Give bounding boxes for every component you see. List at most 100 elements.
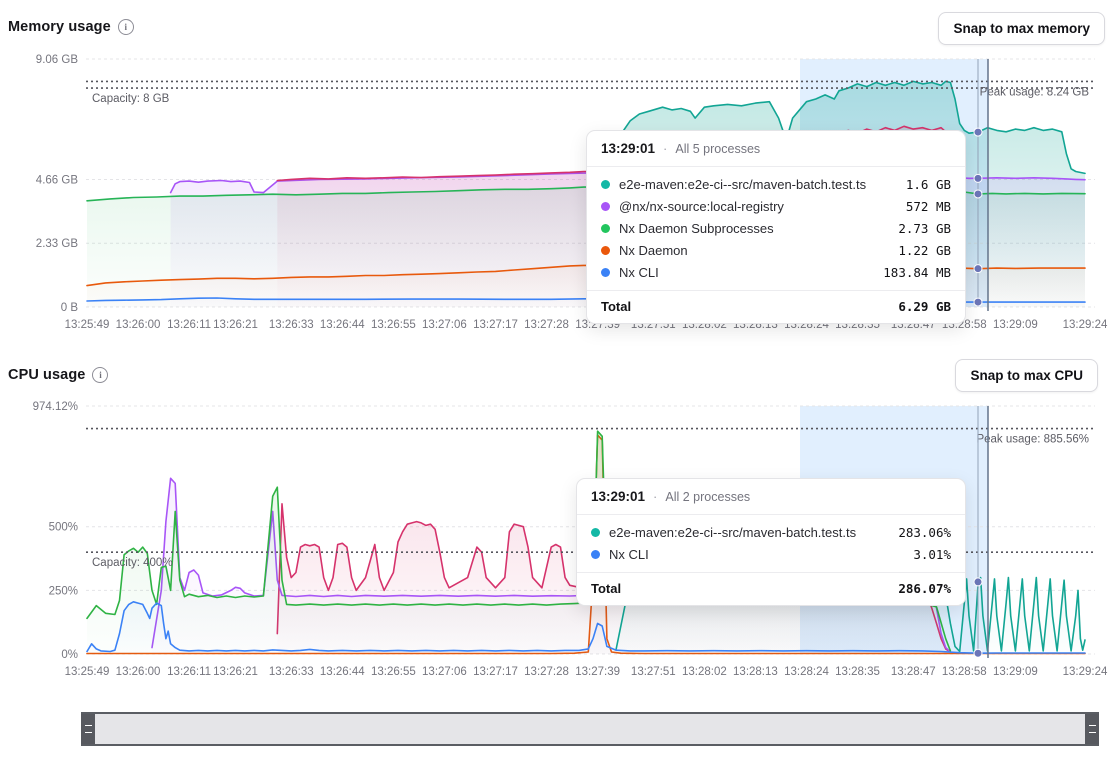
y-axis-tick-label: 250% xyxy=(49,585,78,597)
tooltip-subtitle: All 5 processes xyxy=(675,142,760,156)
x-axis-tick-label: 13:27:39 xyxy=(575,666,620,678)
x-axis-tick-label: 13:27:51 xyxy=(631,666,676,678)
memory-tooltip-rows: e2e-maven:e2e-ci--src/maven-batch.test.t… xyxy=(587,167,965,285)
reference-line-label: Peak usage: 885.56% xyxy=(976,434,1089,446)
y-axis-tick-label: 500% xyxy=(49,522,78,534)
x-axis-tick-label: 13:26:11 xyxy=(167,666,211,678)
total-label: Total xyxy=(591,581,898,596)
x-axis-tick-label: 13:26:33 xyxy=(269,666,314,678)
hover-point-dot xyxy=(974,578,982,586)
tooltip-separator: · xyxy=(663,141,667,156)
series-color-dot-icon xyxy=(601,224,610,233)
x-axis-tick-label: 13:26:21 xyxy=(213,319,258,331)
total-label: Total xyxy=(601,299,898,314)
x-axis-tick-label: 13:27:06 xyxy=(422,319,467,331)
tooltip-process-row: Nx CLI 183.84 MB xyxy=(587,261,965,283)
x-axis-tick-label: 13:26:00 xyxy=(116,666,161,678)
hover-point-dot xyxy=(974,265,982,273)
x-axis-tick-label: 13:27:17 xyxy=(473,319,518,331)
x-axis-tick-label: 13:25:49 xyxy=(65,319,110,331)
x-axis-tick-label: 13:26:21 xyxy=(213,666,258,678)
memory-info-icon[interactable]: i xyxy=(118,19,134,35)
tooltip-process-row: e2e-maven:e2e-ci--src/maven-batch.test.t… xyxy=(577,521,965,543)
cpu-tooltip-rows: e2e-maven:e2e-ci--src/maven-batch.test.t… xyxy=(577,515,965,567)
x-axis-tick-label: 13:27:28 xyxy=(524,319,569,331)
hover-point-dot xyxy=(974,174,982,182)
hover-point-dot xyxy=(974,298,982,306)
tooltip-process-row: Nx CLI3.01% xyxy=(577,543,965,565)
series-color-dot-icon xyxy=(601,268,610,277)
process-name: Nx Daemon xyxy=(619,243,889,258)
x-axis-tick-label: 13:29:09 xyxy=(993,666,1038,678)
x-axis-tick-label: 13:28:47 xyxy=(891,666,936,678)
process-value: 2.73 GB xyxy=(898,221,951,236)
y-axis-tick-label: 0 B xyxy=(61,302,79,314)
memory-section-header: Memory usage i xyxy=(8,19,134,35)
process-name: Nx Daemon Subprocesses xyxy=(619,221,889,236)
x-axis-tick-label: 13:29:09 xyxy=(993,319,1038,331)
cpu-info-icon[interactable]: i xyxy=(92,367,108,383)
scrollbar-left-handle[interactable] xyxy=(81,714,95,744)
process-name: e2e-maven:e2e-ci--src/maven-batch.test.t… xyxy=(619,177,897,192)
tooltip-process-row: Nx Daemon1.22 GB xyxy=(587,239,965,261)
hover-point-dot xyxy=(974,649,982,657)
x-axis-tick-label: 13:27:28 xyxy=(524,666,569,678)
y-axis-tick-label: 974.12% xyxy=(33,401,78,413)
reference-line-label: Capacity: 400% xyxy=(92,557,173,569)
tooltip-process-row: Nx Daemon Subprocesses 2.73 GB xyxy=(587,217,965,239)
hover-point-dot xyxy=(974,190,982,198)
series-color-dot-icon xyxy=(591,528,600,537)
cpu-section-header: CPU usage i xyxy=(8,367,108,383)
snap-to-max-memory-button[interactable]: Snap to max memory xyxy=(938,12,1105,45)
tooltip-time: 13:29:01 xyxy=(601,141,655,156)
y-axis-tick-label: 0% xyxy=(61,649,78,661)
series-color-dot-icon xyxy=(601,246,610,255)
x-axis-tick-label: 13:26:11 xyxy=(167,319,211,331)
total-value: 286.07% xyxy=(898,581,951,596)
series-color-dot-icon xyxy=(601,180,610,189)
y-axis-tick-label: 2.33 GB xyxy=(36,238,79,250)
grip-icon xyxy=(1089,725,1096,733)
x-axis-tick-label: 13:26:55 xyxy=(371,319,416,331)
scrollbar-track[interactable] xyxy=(95,714,1085,744)
tooltip-process-row: e2e-maven:e2e-ci--src/maven-batch.test.t… xyxy=(587,173,965,195)
process-value: 283.06% xyxy=(898,525,951,540)
memory-tooltip-total: Total 6.29 GB xyxy=(587,290,965,323)
x-axis-tick-label: 13:28:13 xyxy=(733,666,778,678)
scrollbar-right-handle[interactable] xyxy=(1085,714,1099,744)
tooltip-process-row: @nx/nx-source:local-registry 572 MB xyxy=(587,195,965,217)
x-axis-tick-label: 13:25:49 xyxy=(65,666,110,678)
snap-to-max-cpu-button[interactable]: Snap to max CPU xyxy=(955,359,1098,392)
process-name: Nx CLI xyxy=(619,265,874,280)
tooltip-time: 13:29:01 xyxy=(591,489,645,504)
series-color-dot-icon xyxy=(591,550,600,559)
x-axis-tick-label: 13:29:24 xyxy=(1063,666,1108,678)
cpu-tooltip: 13:29:01 · All 2 processes e2e-maven:e2e… xyxy=(576,478,966,606)
x-axis-tick-label: 13:26:44 xyxy=(320,666,365,678)
cpu-tooltip-total: Total 286.07% xyxy=(577,572,965,605)
process-monitor-page: Memory usage i Snap to max memory 9.06 G… xyxy=(0,0,1118,761)
x-axis-tick-label: 13:28:24 xyxy=(784,666,829,678)
y-axis-tick-label: 4.66 GB xyxy=(36,174,79,186)
process-value: 1.6 GB xyxy=(906,177,951,192)
x-axis-tick-label: 13:28:35 xyxy=(835,666,880,678)
cpu-tooltip-header: 13:29:01 · All 2 processes xyxy=(577,479,965,515)
x-axis-tick-label: 13:28:02 xyxy=(682,666,727,678)
process-name: e2e-maven:e2e-ci--src/maven-batch.test.t… xyxy=(609,525,889,540)
process-value: 183.84 MB xyxy=(883,265,951,280)
process-value: 572 MB xyxy=(906,199,951,214)
hover-point-dot xyxy=(974,128,982,136)
timeline-scrollbar[interactable] xyxy=(81,712,1099,746)
y-axis-tick-label: 9.06 GB xyxy=(36,54,79,66)
x-axis-tick-label: 13:28:58 xyxy=(942,666,987,678)
reference-line-label: Peak usage: 8.24 GB xyxy=(980,86,1090,98)
x-axis-tick-label: 13:26:33 xyxy=(269,319,314,331)
memory-title: Memory usage xyxy=(8,19,111,35)
process-name: @nx/nx-source:local-registry xyxy=(619,199,897,214)
reference-line-label: Capacity: 8 GB xyxy=(92,93,170,105)
x-axis-tick-label: 13:26:44 xyxy=(320,319,365,331)
tooltip-separator: · xyxy=(653,489,657,504)
memory-tooltip-header: 13:29:01 · All 5 processes xyxy=(587,131,965,167)
x-axis-tick-label: 13:26:00 xyxy=(116,319,161,331)
x-axis-tick-label: 13:29:24 xyxy=(1063,319,1108,331)
